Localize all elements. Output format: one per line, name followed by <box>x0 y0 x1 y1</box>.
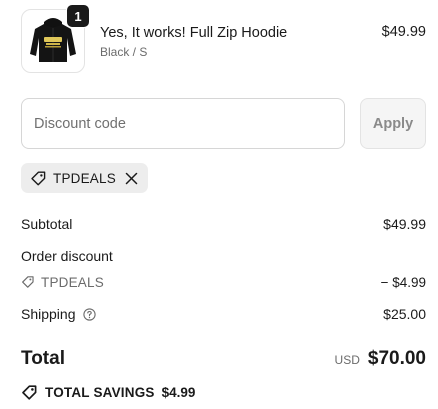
item-title: Yes, It works! Full Zip Hoodie <box>100 24 288 41</box>
total-row: Total USD $70.00 <box>21 348 426 376</box>
total-savings-amount: $4.99 <box>161 384 196 400</box>
line-item: 1 Yes, It works! Full Zip Hoodie Black /… <box>21 4 426 74</box>
discount-code-row: TPDEALS − $4.99 <box>21 272 426 292</box>
total-savings-label: TOTAL SAVINGS <box>45 384 155 400</box>
applied-discount-chip: TPDEALS <box>21 163 148 193</box>
tag-icon <box>21 275 35 289</box>
item-info: Yes, It works! Full Zip Hoodie Black / S <box>100 24 426 59</box>
order-discount-row: Order discount <box>21 246 426 266</box>
tag-icon <box>30 170 47 187</box>
total-savings-row: TOTAL SAVINGS $4.99 <box>21 382 426 402</box>
apply-button[interactable]: Apply <box>360 98 426 149</box>
order-discount-label: Order discount <box>21 248 113 264</box>
quantity-badge: 1 <box>66 4 90 28</box>
shipping-value: $25.00 <box>383 306 426 322</box>
subtotal-label: Subtotal <box>21 216 73 232</box>
subtotal-row: Subtotal $49.99 <box>21 214 426 234</box>
total-amount: $70.00 <box>367 348 426 369</box>
subtotal-value: $49.99 <box>383 216 426 232</box>
cost-summary: Subtotal $49.99 Order discount TPDEALS −… <box>21 214 426 402</box>
order-summary: 1 Yes, It works! Full Zip Hoodie Black /… <box>21 4 426 402</box>
applied-code-label: TPDEALS <box>53 170 116 186</box>
total-label: Total <box>21 348 65 369</box>
product-thumbnail: 1 <box>21 4 90 73</box>
discount-code-input[interactable] <box>21 98 345 149</box>
currency-code: USD <box>334 353 360 367</box>
item-variant: Black / S <box>100 44 148 59</box>
question-circle-icon[interactable] <box>82 307 96 321</box>
tag-icon <box>21 384 38 401</box>
discount-code-name: TPDEALS <box>41 274 104 290</box>
discount-amount: − $4.99 <box>380 274 426 290</box>
remove-discount-button[interactable] <box>125 172 138 185</box>
discount-row: Apply <box>21 98 426 150</box>
close-icon <box>125 172 138 184</box>
shipping-label: Shipping <box>21 306 76 322</box>
item-price: $49.99 <box>381 24 426 40</box>
shipping-row: Shipping $25.00 <box>21 304 426 324</box>
